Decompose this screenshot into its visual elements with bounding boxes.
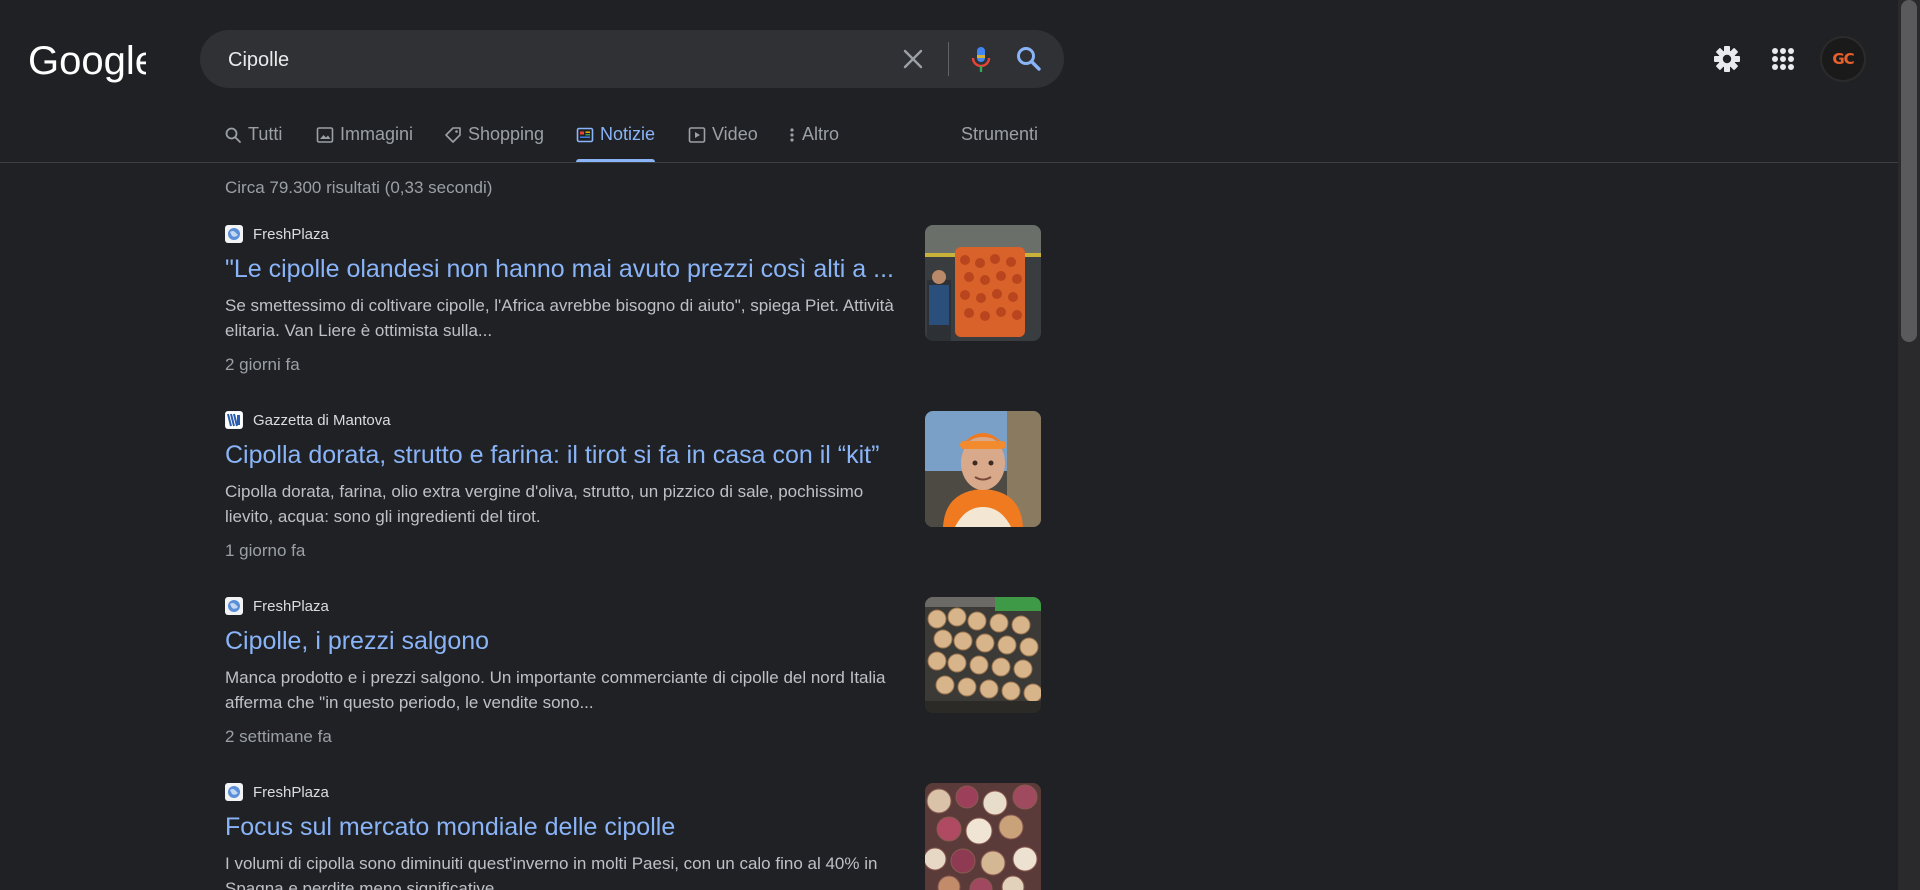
tab-label: Immagini (340, 124, 414, 144)
searchbar-divider (948, 42, 949, 76)
settings-gear-icon[interactable] (1710, 42, 1744, 76)
result-source[interactable]: FreshPlaza (225, 597, 329, 615)
tab-video[interactable]: Video (688, 118, 758, 162)
tab-notizie[interactable]: Notizie (576, 118, 656, 162)
globe-favicon-icon (225, 783, 243, 801)
result-source[interactable]: Gazzetta di Mantova (225, 411, 391, 429)
logo-text: Google (28, 39, 146, 83)
tab-immagini[interactable]: Immagini (316, 118, 413, 162)
news-result: FreshPlaza "Le cipolle olandesi non hann… (225, 225, 1041, 375)
tab-label: Shopping (468, 124, 545, 144)
result-stats: Circa 79.300 risultati (0,33 secondi) (225, 178, 493, 197)
result-title-link[interactable]: "Le cipolle olandesi non hanno mai avuto… (225, 255, 915, 284)
header-divider (0, 162, 1898, 163)
result-title-link[interactable]: Focus sul mercato mondiale delle cipolle (225, 813, 915, 842)
news-result: FreshPlaza Focus sul mercato mondiale de… (225, 783, 1041, 890)
microphone-icon[interactable] (964, 42, 998, 76)
result-date: 1 giorno fa (225, 541, 306, 560)
news-icon (576, 126, 594, 144)
result-thumbnail[interactable] (925, 225, 1041, 341)
result-title-link[interactable]: Cipolla dorata, strutto e farina: il tir… (225, 441, 915, 470)
tab-label: Notizie (600, 124, 656, 144)
scrollbar-thumb[interactable] (1901, 0, 1917, 342)
source-name: FreshPlaza (253, 225, 329, 243)
tab-label: Video (712, 124, 758, 144)
result-date: 2 settimane fa (225, 727, 332, 746)
result-title-link[interactable]: Cipolle, i prezzi salgono (225, 627, 915, 656)
result-source[interactable]: FreshPlaza (225, 225, 329, 243)
result-snippet: Manca prodotto e i prezzi salgono. Un im… (225, 668, 886, 712)
result-thumbnail[interactable] (925, 783, 1041, 890)
result-snippet: I volumi di cipolla sono diminuiti quest… (225, 854, 878, 890)
globe-favicon-icon (225, 597, 243, 615)
result-snippet: Cipolla dorata, farina, olio extra vergi… (225, 482, 864, 526)
search-icon[interactable] (1012, 42, 1046, 76)
result-thumbnail[interactable] (925, 597, 1041, 713)
play-icon (688, 126, 706, 144)
search-results-page: Google Cipolle GC Tutti Immagini Shoppin… (0, 0, 1920, 890)
tab-label: Altro (802, 124, 840, 144)
tag-icon (444, 126, 462, 144)
source-name: FreshPlaza (253, 783, 329, 801)
apps-grid-icon[interactable] (1766, 42, 1800, 76)
result-thumbnail[interactable] (925, 411, 1041, 527)
tab-altro[interactable]: Altro (788, 118, 839, 162)
news-result: Gazzetta di Mantova Cipolla dorata, stru… (225, 411, 1041, 561)
account-avatar[interactable]: GC (1822, 38, 1864, 80)
globe-favicon-icon (225, 225, 243, 243)
avatar-initials: GC (1832, 50, 1854, 68)
result-snippet: Se smettessimo di coltivare cipolle, l'A… (225, 296, 894, 340)
search-bar (200, 30, 1064, 90)
newspaper-favicon-icon (225, 411, 243, 429)
search-input[interactable] (226, 30, 870, 90)
news-result: FreshPlaza Cipolle, i prezzi salgono Man… (225, 597, 1041, 747)
source-name: FreshPlaza (253, 597, 329, 615)
image-icon (316, 126, 334, 144)
tools-button[interactable]: Strumenti (961, 124, 1038, 145)
tab-shopping[interactable]: Shopping (444, 118, 544, 162)
search-icon (224, 126, 242, 144)
tab-label: Tutti (248, 124, 283, 144)
search-tabs: Tutti Immagini Shopping Notizie Video Al… (224, 118, 1044, 162)
result-date: 2 giorni fa (225, 355, 300, 374)
more-vert-icon (788, 126, 796, 144)
result-source[interactable]: FreshPlaza (225, 783, 329, 801)
source-name: Gazzetta di Mantova (253, 411, 391, 429)
tab-tutti[interactable]: Tutti (224, 118, 282, 162)
google-logo[interactable]: Google (28, 36, 146, 84)
clear-icon[interactable] (898, 44, 928, 74)
